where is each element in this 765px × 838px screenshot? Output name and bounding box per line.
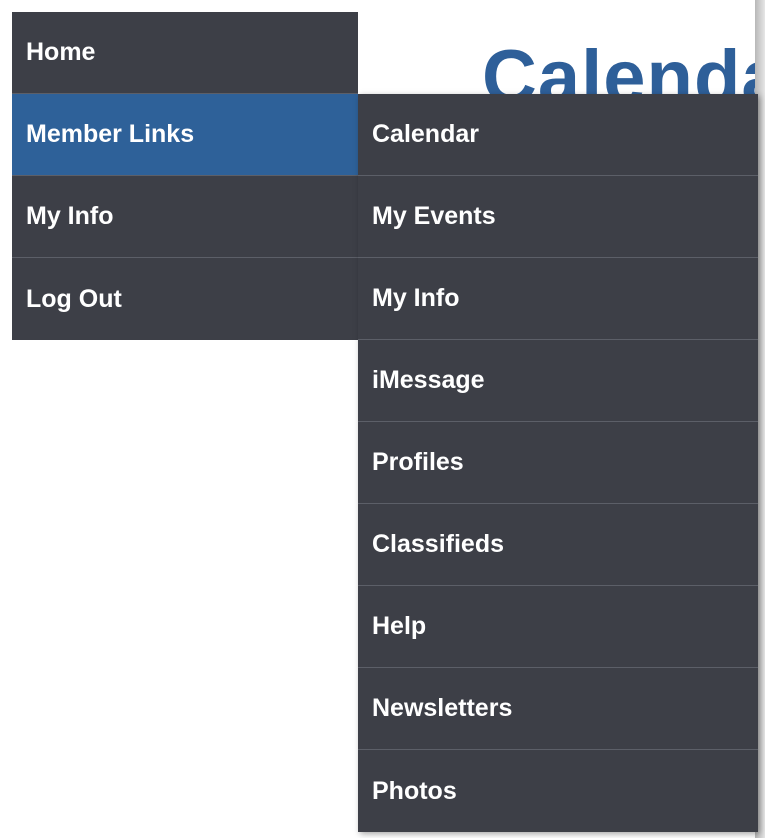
- submenu-item-help[interactable]: Help: [358, 586, 758, 668]
- submenu-item-label: My Info: [372, 284, 460, 312]
- nav-item-label: Member Links: [26, 120, 195, 148]
- submenu-item-my-info[interactable]: My Info: [358, 258, 758, 340]
- submenu-item-label: My Events: [372, 202, 496, 230]
- member-links-submenu: Calendar My Events My Info iMessage Prof…: [358, 94, 758, 832]
- nav-item-my-info[interactable]: My Info: [12, 176, 358, 258]
- submenu-item-label: iMessage: [372, 366, 485, 394]
- nav-item-label: Log Out: [26, 284, 122, 313]
- submenu-item-calendar[interactable]: Calendar: [358, 94, 758, 176]
- submenu-item-label: Newsletters: [372, 694, 513, 722]
- submenu-item-label: Help: [372, 612, 427, 640]
- nav-item-label: Home: [26, 38, 96, 66]
- nav-item-home[interactable]: Home: [12, 12, 358, 94]
- nav-item-log-out[interactable]: Log Out: [12, 258, 358, 340]
- page: Calendar Home Member Links My Info Log O…: [0, 0, 765, 838]
- nav-item-label: My Info: [26, 202, 114, 230]
- submenu-item-newsletters[interactable]: Newsletters: [358, 668, 758, 750]
- submenu-item-label: Photos: [372, 776, 457, 805]
- submenu-item-imessage[interactable]: iMessage: [358, 340, 758, 422]
- submenu-item-profiles[interactable]: Profiles: [358, 422, 758, 504]
- submenu-item-label: Classifieds: [372, 530, 505, 558]
- primary-nav-menu: Home Member Links My Info Log Out: [12, 12, 358, 340]
- submenu-item-label: Profiles: [372, 448, 464, 476]
- submenu-item-label: Calendar: [372, 120, 479, 148]
- nav-item-member-links[interactable]: Member Links: [12, 94, 358, 176]
- submenu-item-my-events[interactable]: My Events: [358, 176, 758, 258]
- submenu-item-classifieds[interactable]: Classifieds: [358, 504, 758, 586]
- submenu-item-photos[interactable]: Photos: [358, 750, 758, 832]
